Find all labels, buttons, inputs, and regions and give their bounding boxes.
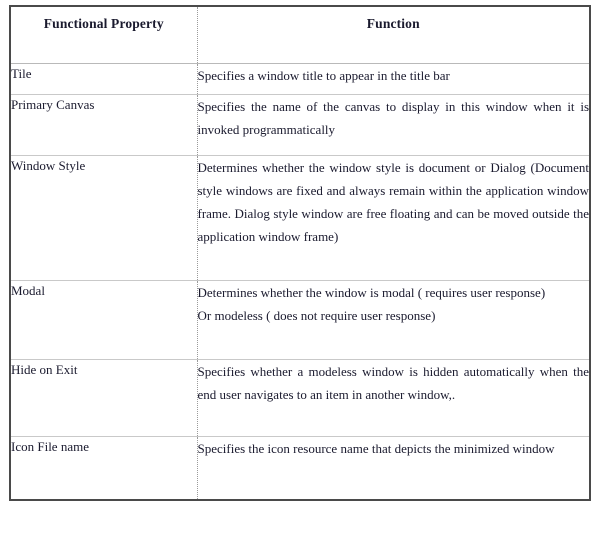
- cell-property-window-style: Window Style: [11, 155, 198, 281]
- function-paragraph: Specifies a window title to appear in th…: [197, 68, 450, 83]
- table-row: Window Style Determines whether the wind…: [11, 155, 590, 281]
- cell-function-tile: Specifies a window title to appear in th…: [197, 63, 589, 95]
- cell-property-hide-on-exit: Hide on Exit: [11, 359, 198, 437]
- function-paragraph: Or modeless ( does not require user resp…: [197, 308, 436, 324]
- column-header-functional-property: Functional Property: [11, 7, 198, 64]
- cell-property-modal: Modal: [11, 280, 198, 360]
- column-header-functional-property-label: Functional Property: [43, 16, 164, 31]
- cell-function-primary-canvas: Specifies the name of the canvas to disp…: [197, 94, 590, 156]
- functional-property-table-container: Functional Property Function Tile Specif…: [9, 5, 591, 501]
- function-paragraph: Specifies the name of the canvas to disp…: [197, 99, 590, 138]
- table-body: Tile Specifies a window title to appear …: [11, 63, 590, 499]
- cell-function-modal: Determines whether the window is modal (…: [197, 280, 589, 360]
- cell-property-tile: Tile: [11, 63, 198, 95]
- column-header-function: Function: [197, 7, 589, 64]
- function-paragraph: Determines whether the window is modal (…: [197, 285, 546, 300]
- functional-property-table: Functional Property Function Tile Specif…: [11, 7, 589, 499]
- cell-property-primary-canvas: Primary Canvas: [11, 94, 198, 156]
- table-row: Primary Canvas Specifies the name of the…: [11, 94, 590, 156]
- column-header-function-label: Function: [366, 16, 420, 31]
- cell-function-window-style: Determines whether the window style is d…: [197, 155, 590, 281]
- function-paragraph: Specifies the icon resource name that de…: [197, 441, 555, 456]
- function-paragraph: Determines whether the window style is d…: [197, 160, 590, 245]
- table-header-row: Functional Property Function: [11, 7, 589, 64]
- cell-function-icon-file-name: Specifies the icon resource name that de…: [197, 436, 589, 499]
- table-row: Modal Determines whether the window is m…: [11, 280, 589, 360]
- table-row: Hide on Exit Specifies whether a modeles…: [11, 359, 590, 437]
- table-row: Icon File name Specifies the icon resour…: [11, 436, 589, 499]
- cell-function-hide-on-exit: Specifies whether a modeless window is h…: [197, 359, 590, 437]
- table-row: Tile Specifies a window title to appear …: [11, 63, 589, 95]
- function-paragraph: Specifies whether a modeless window is h…: [197, 364, 590, 403]
- table-header: Functional Property Function: [11, 7, 589, 64]
- page-canvas: Functional Property Function Tile Specif…: [0, 0, 600, 546]
- cell-property-icon-file-name: Icon File name: [11, 436, 198, 499]
